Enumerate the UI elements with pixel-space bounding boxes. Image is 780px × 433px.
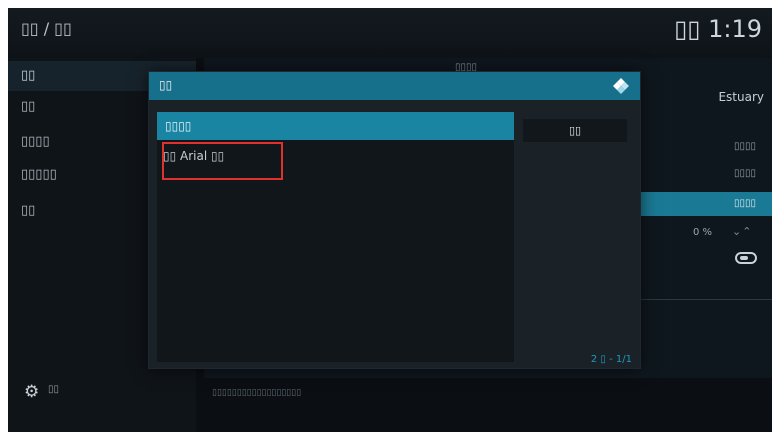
setting-row-3[interactable]: ▯▯▯▯ [734, 198, 756, 209]
setting-row-2[interactable]: ▯▯▯▯ [734, 168, 756, 179]
page-count: 2 ▯ - 1/1 [590, 354, 632, 365]
dialog-side-button[interactable]: ▯▯ [523, 119, 627, 142]
footer-label[interactable]: ▯▯ [48, 384, 59, 395]
footer-note: ▯▯▯▯▯▯▯▯▯▯▯▯▯▯▯▯▯▯ [212, 388, 302, 398]
kodi-screen: ▯▯ ▯▯ ▯▯▯▯ ▯▯▯▯▯ ▯▯ ▯▯ / ▯▯ ▯▯ 1:19 ▯▯▯▯… [8, 8, 772, 432]
stepper-arrows-icon[interactable]: ⌄⌃ [732, 225, 752, 238]
font-dialog: ▯▯ ▯▯▯▯ ▯▯ Arial ▯▯ ▯▯ 2 ▯ - 1/1 [148, 71, 641, 369]
font-list: ▯▯▯▯ ▯▯ Arial ▯▯ [157, 112, 514, 362]
divider [632, 299, 772, 300]
gear-icon[interactable]: ⚙ [24, 382, 39, 402]
zoom-percent: 0 % [693, 227, 713, 238]
kodi-logo-icon [613, 78, 629, 94]
setting-row-1[interactable]: ▯▯▯▯ [734, 141, 756, 152]
dialog-title: ▯▯ [159, 78, 173, 92]
dialog-header: ▯▯ [149, 72, 640, 100]
top-bar: ▯▯ / ▯▯ ▯▯ 1:19 [8, 8, 772, 58]
skin-value[interactable]: Estuary [632, 82, 764, 112]
highlight-box [162, 142, 283, 180]
list-item[interactable]: ▯▯▯▯ [157, 112, 514, 140]
toggle-switch[interactable] [735, 252, 757, 264]
breadcrumb: ▯▯ / ▯▯ [21, 19, 72, 38]
clock: ▯▯ 1:19 [674, 15, 762, 43]
